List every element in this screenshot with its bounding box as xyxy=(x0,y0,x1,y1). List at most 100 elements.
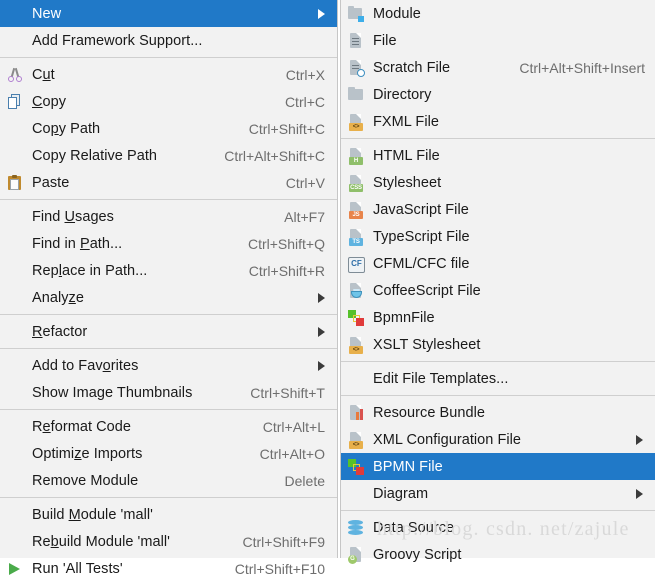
menu-item-shortcut: Ctrl+Shift+C xyxy=(248,120,325,137)
menu-item-file[interactable]: File xyxy=(341,27,655,54)
menu-item-edit-file-templates[interactable]: Edit File Templates... xyxy=(341,365,655,392)
menu-item-label: Groovy Script xyxy=(373,546,462,563)
menu-item-shortcut: Ctrl+Alt+Shift+C xyxy=(224,147,325,164)
menu-separator xyxy=(0,409,337,410)
submenu-arrow-icon xyxy=(318,292,325,303)
menu-item-copy[interactable]: Copy Ctrl+C xyxy=(0,88,337,115)
menu-item-label: Analyze xyxy=(32,289,84,306)
menu-item-data-source[interactable]: Data Source xyxy=(341,514,655,541)
menu-item-label: Copy Relative Path xyxy=(32,147,158,164)
menu-item-label: Paste xyxy=(32,174,70,191)
submenu-arrow-icon xyxy=(318,360,325,371)
menu-separator xyxy=(341,361,655,362)
menu-item-typescript-file[interactable]: TS TypeScript File xyxy=(341,223,655,250)
menu-item-html-file[interactable]: H HTML File xyxy=(341,142,655,169)
menu-item-groovy-script[interactable]: G Groovy Script xyxy=(341,541,655,568)
menu-item-scratch-file[interactable]: Scratch File Ctrl+Alt+Shift+Insert xyxy=(341,54,655,81)
no-icon xyxy=(0,142,30,169)
menu-item-stylesheet[interactable]: CSS Stylesheet xyxy=(341,169,655,196)
menu-item-refactor[interactable]: Refactor xyxy=(0,318,337,345)
scratch-file-icon xyxy=(341,54,371,81)
menu-item-label: Module xyxy=(373,5,421,22)
bpmn-icon xyxy=(341,453,371,480)
menu-item-label: TypeScript File xyxy=(373,228,470,245)
menu-item-diagram[interactable]: Diagram xyxy=(341,480,655,507)
menu-item-label: New xyxy=(32,5,62,22)
menu-item-xml-configuration-file[interactable]: <> XML Configuration File xyxy=(341,426,655,453)
menu-item-build-module-mall[interactable]: Build Module 'mall' xyxy=(0,501,337,528)
menu-item-add-framework-support[interactable]: Add Framework Support... xyxy=(0,27,337,54)
no-icon xyxy=(0,413,30,440)
coffeescript-file-icon xyxy=(341,277,371,304)
menu-item-label: Optimize Imports xyxy=(32,445,143,462)
no-icon xyxy=(0,257,30,284)
menu-item-label: Resource Bundle xyxy=(373,404,485,421)
menu-item-label: Show Image Thumbnails xyxy=(32,384,193,401)
menu-item-shortcut: Ctrl+Alt+O xyxy=(259,445,325,462)
menu-item-optimize-imports[interactable]: Optimize Imports Ctrl+Alt+O xyxy=(0,440,337,467)
menu-item-copy-path[interactable]: Copy Path Ctrl+Shift+C xyxy=(0,115,337,142)
menu-item-shortcut: Ctrl+V xyxy=(285,174,325,191)
menu-item-label: Find in Path... xyxy=(32,235,123,252)
no-icon xyxy=(0,115,30,142)
menu-item-label: Add Framework Support... xyxy=(32,32,203,49)
menu-item-cfml-cfc-file[interactable]: CF CFML/CFC file xyxy=(341,250,655,277)
menu-item-label: Rebuild Module 'mall' xyxy=(32,533,170,550)
menu-item-shortcut: Ctrl+Alt+Shift+Insert xyxy=(519,59,645,76)
menu-item-analyze[interactable]: Analyze xyxy=(0,284,337,311)
submenu-arrow-icon xyxy=(318,8,325,19)
menu-item-javascript-file[interactable]: JS JavaScript File xyxy=(341,196,655,223)
no-icon xyxy=(0,0,30,27)
menu-item-fxml-file[interactable]: <> FXML File xyxy=(341,108,655,135)
css-file-icon: CSS xyxy=(341,169,371,196)
menu-item-resource-bundle[interactable]: Resource Bundle xyxy=(341,399,655,426)
new-submenu[interactable]: Module File Scratch File Ctrl+Alt+Shift+Ins… xyxy=(340,0,655,564)
menu-item-label: XML Configuration File xyxy=(373,431,522,448)
context-menu-rows: New Add Framework Support... Cut Ctrl+X Copy… xyxy=(0,0,337,582)
menu-item-coffeescript-file[interactable]: CoffeeScript File xyxy=(341,277,655,304)
menu-item-xslt-stylesheet[interactable]: <> XSLT Stylesheet xyxy=(341,331,655,358)
no-icon xyxy=(0,203,30,230)
menu-item-replace-in-path[interactable]: Replace in Path... Ctrl+Shift+R xyxy=(0,257,337,284)
menu-item-directory[interactable]: Directory xyxy=(341,81,655,108)
menu-item-rebuild-module-mall[interactable]: Rebuild Module 'mall' Ctrl+Shift+F9 xyxy=(0,528,337,555)
menu-item-cut[interactable]: Cut Ctrl+X xyxy=(0,61,337,88)
menu-item-label: Reformat Code xyxy=(32,418,131,435)
menu-item-find-in-path[interactable]: Find in Path... Ctrl+Shift+Q xyxy=(0,230,337,257)
data-source-icon xyxy=(341,514,371,541)
menu-item-show-image-thumbnails[interactable]: Show Image Thumbnails Ctrl+Shift+T xyxy=(0,379,337,406)
new-submenu-rows: Module File Scratch File Ctrl+Alt+Shift+Ins… xyxy=(341,0,655,568)
menu-separator xyxy=(0,57,337,58)
menu-item-bpmn-file[interactable]: BPMN File xyxy=(341,453,655,480)
no-icon xyxy=(0,318,30,345)
submenu-arrow-icon xyxy=(636,434,643,445)
menu-item-label: Copy Path xyxy=(32,120,101,137)
menu-item-shortcut: Ctrl+C xyxy=(284,93,325,110)
menu-item-add-to-favorites[interactable]: Add to Favorites xyxy=(0,352,337,379)
project-context-menu[interactable]: New Add Framework Support... Cut Ctrl+X Copy… xyxy=(0,0,338,577)
no-icon xyxy=(0,27,30,54)
menu-item-copy-relative-path[interactable]: Copy Relative Path Ctrl+Alt+Shift+C xyxy=(0,142,337,169)
menu-item-paste[interactable]: Paste Ctrl+V xyxy=(0,169,337,196)
no-icon xyxy=(0,352,30,379)
menu-item-label: HTML File xyxy=(373,147,440,164)
menu-item-run-all-tests[interactable]: Run 'All Tests' Ctrl+Shift+F10 xyxy=(0,555,337,582)
menu-item-shortcut: Ctrl+Alt+L xyxy=(262,418,325,435)
menu-item-label: Stylesheet xyxy=(373,174,442,191)
menu-separator xyxy=(0,348,337,349)
menu-item-shortcut: Ctrl+Shift+F9 xyxy=(242,533,325,550)
menu-item-reformat-code[interactable]: Reformat Code Ctrl+Alt+L xyxy=(0,413,337,440)
no-icon xyxy=(0,467,30,494)
menu-item-label: File xyxy=(373,32,397,49)
scissors-icon xyxy=(0,61,30,88)
menu-item-bpmnfile[interactable]: BpmnFile xyxy=(341,304,655,331)
menu-separator xyxy=(341,138,655,139)
menu-item-find-usages[interactable]: Find Usages Alt+F7 xyxy=(0,203,337,230)
js-file-icon: JS xyxy=(341,196,371,223)
screenshot-root: New Add Framework Support... Cut Ctrl+X Copy… xyxy=(0,0,655,577)
menu-item-remove-module[interactable]: Remove Module Delete xyxy=(0,467,337,494)
menu-item-label: Build Module 'mall' xyxy=(32,506,153,523)
no-icon xyxy=(341,365,371,392)
menu-item-module[interactable]: Module xyxy=(341,0,655,27)
menu-item-new[interactable]: New xyxy=(0,0,337,27)
